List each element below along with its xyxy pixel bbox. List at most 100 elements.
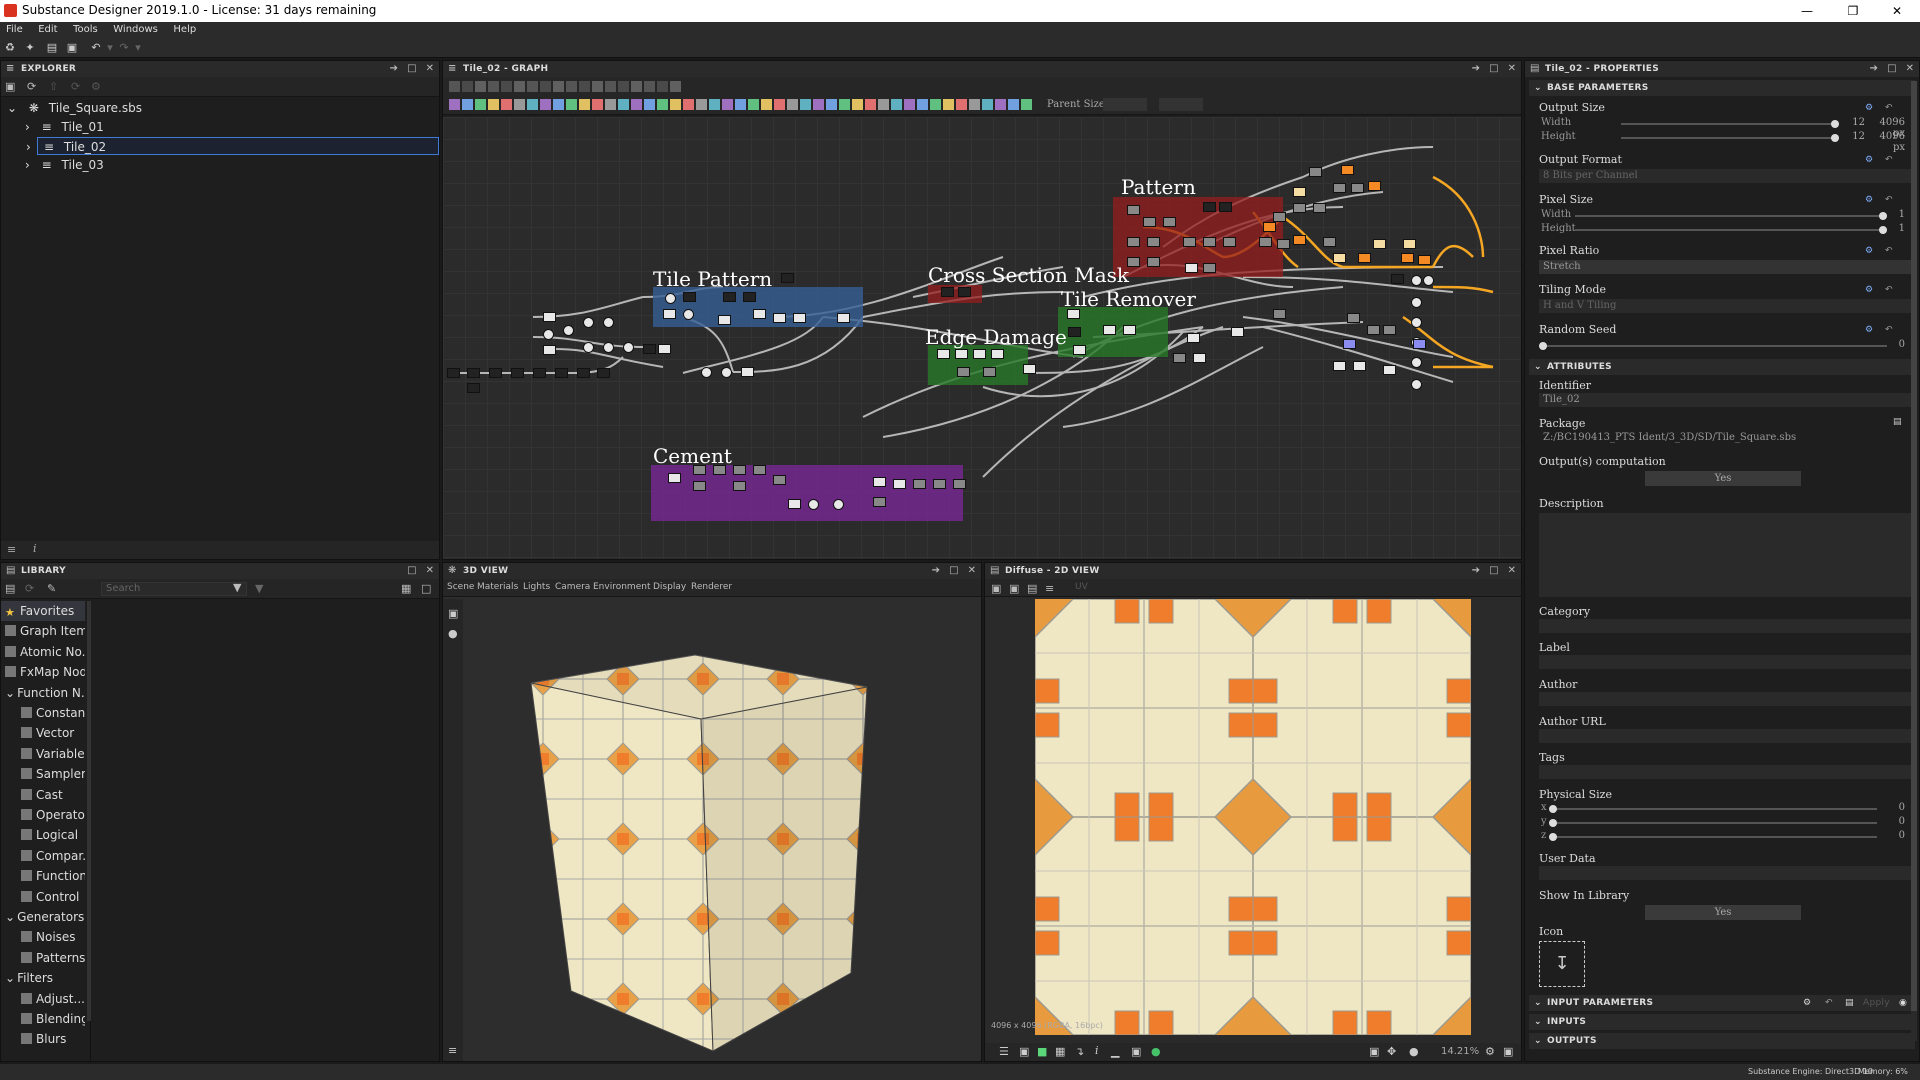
grid-view-icon[interactable]: ▦ bbox=[401, 582, 411, 595]
graph-node[interactable] bbox=[1203, 202, 1216, 212]
graph-tool-button[interactable] bbox=[514, 81, 525, 92]
library-scrollbar[interactable] bbox=[87, 601, 91, 1021]
graph-node[interactable] bbox=[1391, 274, 1404, 284]
graph-node[interactable] bbox=[467, 368, 480, 378]
graph-node[interactable] bbox=[837, 313, 850, 323]
graph-node[interactable] bbox=[1353, 361, 1366, 371]
refresh-icon[interactable]: ⟳ bbox=[27, 80, 36, 93]
library-item[interactable]: Graph Items bbox=[1, 621, 85, 641]
inherit-icon[interactable]: ↶ bbox=[1885, 103, 1897, 113]
graph-tool-button[interactable] bbox=[579, 81, 590, 92]
graph-node[interactable] bbox=[955, 349, 968, 359]
materials-menu[interactable]: Materials bbox=[477, 582, 518, 592]
redo-icon[interactable]: ↷ bbox=[118, 42, 130, 54]
settings-icon[interactable]: ≡ bbox=[448, 1044, 457, 1057]
function-icon[interactable]: ⚙ bbox=[1865, 246, 1877, 256]
graph-tool-button[interactable] bbox=[657, 81, 668, 92]
export-icon[interactable]: ⇧ bbox=[49, 80, 58, 93]
author-field[interactable] bbox=[1539, 692, 1911, 706]
graph-node[interactable] bbox=[1411, 317, 1422, 328]
graph-node[interactable] bbox=[1263, 222, 1276, 232]
minimize-icon[interactable]: — bbox=[1784, 0, 1830, 22]
graph-node[interactable] bbox=[683, 309, 694, 320]
pixel-width-value[interactable]: 1 bbox=[1885, 209, 1905, 220]
graph-node[interactable] bbox=[643, 344, 656, 354]
library-item[interactable]: Constant bbox=[1, 703, 85, 723]
library-item[interactable]: Function bbox=[1, 866, 85, 886]
graph-node[interactable] bbox=[447, 368, 460, 378]
graph-node[interactable] bbox=[1163, 217, 1176, 227]
pan-icon[interactable]: ✥ bbox=[1387, 1045, 1396, 1058]
camera-menu[interactable]: Camera bbox=[555, 582, 590, 592]
graph-node[interactable] bbox=[1219, 202, 1232, 212]
graph-node[interactable] bbox=[1401, 253, 1414, 263]
graph-tool-button[interactable] bbox=[670, 81, 681, 92]
pin-icon[interactable]: ➔ bbox=[1867, 61, 1881, 77]
cube-render[interactable] bbox=[463, 599, 982, 1061]
graph-row[interactable]: › ≡ Tile_03 bbox=[1, 156, 439, 174]
close-panel-icon[interactable]: ✕ bbox=[423, 563, 437, 579]
float-icon[interactable]: □ bbox=[405, 61, 419, 77]
graph-tool-button[interactable] bbox=[709, 99, 720, 110]
graph-node[interactable] bbox=[693, 481, 706, 491]
info-icon[interactable]: i bbox=[33, 542, 37, 555]
download-icon[interactable]: ↧ bbox=[1539, 941, 1585, 987]
close-panel-icon[interactable]: ✕ bbox=[1505, 61, 1519, 77]
filter-icon[interactable]: ▼ bbox=[233, 581, 241, 594]
compare-icon[interactable]: ▣ bbox=[1131, 1045, 1141, 1058]
output-height-slider[interactable] bbox=[1621, 134, 1839, 142]
float-icon[interactable]: □ bbox=[1487, 563, 1501, 579]
graph-tool-button[interactable] bbox=[501, 99, 512, 110]
graph-tool-button[interactable] bbox=[969, 99, 980, 110]
graph-node[interactable] bbox=[1068, 327, 1081, 337]
inherit-icon[interactable]: ↶ bbox=[1825, 995, 1833, 1011]
graph-tool-button[interactable] bbox=[631, 99, 642, 110]
float-icon[interactable]: □ bbox=[1885, 61, 1899, 77]
graph-node[interactable] bbox=[1411, 379, 1422, 390]
graph-node[interactable] bbox=[1343, 339, 1356, 349]
graph-node[interactable] bbox=[1373, 239, 1386, 249]
outputs-computation-toggle[interactable]: Yes bbox=[1645, 471, 1801, 486]
menu-edit[interactable]: Edit bbox=[32, 22, 63, 38]
graph-node[interactable] bbox=[773, 313, 786, 323]
graph-node[interactable] bbox=[781, 273, 794, 283]
graph-node[interactable] bbox=[983, 367, 996, 377]
chevron-down-icon[interactable]: ⌄ bbox=[7, 101, 17, 115]
show-in-library-toggle[interactable]: Yes bbox=[1645, 905, 1801, 920]
folder-icon[interactable]: ▤ bbox=[1893, 417, 1905, 427]
chevron-right-icon[interactable]: › bbox=[25, 120, 30, 134]
pin-icon[interactable]: ➔ bbox=[929, 563, 943, 579]
chevron-right-icon[interactable]: › bbox=[26, 138, 31, 156]
parent-size-select[interactable] bbox=[1103, 98, 1147, 111]
inherit-icon[interactable]: ↶ bbox=[1885, 195, 1897, 205]
graph-tool-button[interactable] bbox=[722, 99, 733, 110]
graph-node[interactable] bbox=[788, 499, 801, 509]
graph-node[interactable] bbox=[533, 368, 546, 378]
output-width-slider[interactable] bbox=[1621, 120, 1839, 128]
graph-node[interactable] bbox=[1358, 253, 1371, 263]
graph-tool-button[interactable] bbox=[618, 81, 629, 92]
close-panel-icon[interactable]: ✕ bbox=[1505, 563, 1519, 579]
graph-tool-button[interactable] bbox=[813, 99, 824, 110]
apply-button[interactable]: Apply bbox=[1863, 995, 1890, 1011]
graph-tool-button[interactable] bbox=[670, 99, 681, 110]
graph-tool-button[interactable] bbox=[904, 99, 915, 110]
package-row[interactable]: ⌄ ❋ Tile_Square.sbs bbox=[1, 99, 439, 117]
redo-dropdown-icon[interactable]: ▾ bbox=[132, 42, 144, 54]
graph-node[interactable] bbox=[793, 313, 806, 323]
graph-tool-button[interactable] bbox=[462, 99, 473, 110]
outputs-header[interactable]: ⌄ OUTPUTS bbox=[1529, 1033, 1915, 1049]
inherit-icon[interactable]: ↶ bbox=[1885, 285, 1897, 295]
output-height-value[interactable]: 12 bbox=[1845, 131, 1865, 142]
graph-node[interactable] bbox=[1103, 325, 1116, 335]
copy-image-icon[interactable]: ▤ bbox=[1027, 582, 1037, 595]
graph-tool-button[interactable] bbox=[605, 81, 616, 92]
graph-node[interactable] bbox=[733, 481, 746, 491]
graph-node[interactable] bbox=[1183, 237, 1196, 247]
save-image-icon[interactable]: ▣ bbox=[1009, 582, 1019, 595]
graph-node[interactable] bbox=[1123, 325, 1136, 335]
graph-tool-button[interactable] bbox=[748, 99, 759, 110]
library-item[interactable]: Vector bbox=[1, 723, 85, 743]
graph-node[interactable] bbox=[1273, 309, 1286, 319]
info-icon[interactable]: i bbox=[1095, 1044, 1099, 1057]
